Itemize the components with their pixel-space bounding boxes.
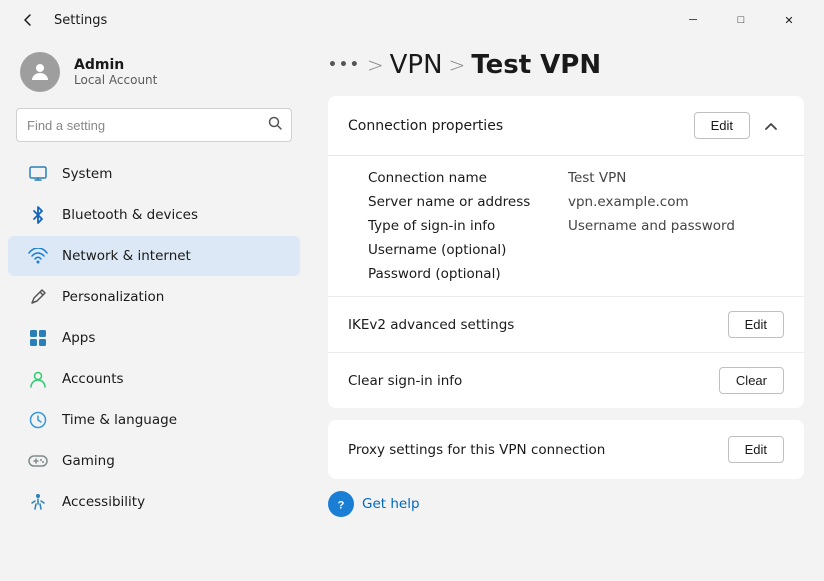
sidebar-item-accessibility[interactable]: Accessibility: [8, 482, 300, 522]
sidebar-item-label-gaming: Gaming: [62, 453, 115, 469]
titlebar-left: Settings: [12, 4, 107, 36]
sidebar-item-apps[interactable]: Apps: [8, 318, 300, 358]
prop-row-connection-name: Connection name Test VPN: [368, 170, 764, 186]
accounts-icon: [28, 369, 48, 389]
user-section: Admin Local Account: [0, 40, 308, 108]
breadcrumb-sep1: >: [367, 53, 384, 77]
prop-label-sign-in: Type of sign-in info: [368, 218, 568, 234]
content-area: ••• > VPN > Test VPN Connection properti…: [308, 40, 824, 581]
breadcrumb-sep2: >: [449, 53, 466, 77]
main-layout: Admin Local Account: [0, 40, 824, 581]
proxy-edit-button[interactable]: Edit: [728, 436, 784, 463]
prop-row-sign-in: Type of sign-in info Username and passwo…: [368, 218, 764, 234]
connection-properties-collapse-button[interactable]: [758, 114, 784, 138]
user-account-type: Local Account: [74, 73, 157, 87]
prop-row-username: Username (optional): [368, 242, 764, 258]
connection-properties-fields: Connection name Test VPN Server name or …: [328, 156, 804, 297]
sidebar-item-network[interactable]: Network & internet: [8, 236, 300, 276]
sidebar: Admin Local Account: [0, 40, 308, 581]
search-input[interactable]: [16, 108, 292, 142]
prop-row-password: Password (optional): [368, 266, 764, 282]
titlebar: Settings ─ □ ✕: [0, 0, 824, 40]
avatar: [20, 52, 60, 92]
minimize-button[interactable]: ─: [670, 4, 716, 36]
time-icon: [28, 410, 48, 430]
prop-label-server: Server name or address: [368, 194, 568, 210]
network-icon: [28, 246, 48, 266]
ikev2-label: IKEv2 advanced settings: [348, 317, 514, 333]
connection-properties-title: Connection properties: [348, 118, 503, 134]
clear-sign-in-row: Clear sign-in info Clear: [328, 353, 804, 408]
bluetooth-icon: [28, 205, 48, 225]
clear-sign-in-label: Clear sign-in info: [348, 373, 462, 389]
get-help-link[interactable]: Get help: [362, 496, 420, 512]
sidebar-item-label-apps: Apps: [62, 330, 95, 346]
accessibility-icon: [28, 492, 48, 512]
proxy-settings-card: Proxy settings for this VPN connection E…: [328, 420, 804, 479]
sidebar-item-label-accessibility: Accessibility: [62, 494, 145, 510]
prop-label-username: Username (optional): [368, 242, 568, 258]
search-box: [16, 108, 292, 142]
sidebar-item-label-personalization: Personalization: [62, 289, 164, 305]
apps-icon: [28, 328, 48, 348]
card-header-actions: Edit: [694, 112, 784, 139]
prop-label-connection-name: Connection name: [368, 170, 568, 186]
prop-row-server: Server name or address vpn.example.com: [368, 194, 764, 210]
back-button[interactable]: [12, 4, 44, 36]
connection-properties-card: Connection properties Edit Connection na…: [328, 96, 804, 408]
settings-window: Settings ─ □ ✕ Admin Local Account: [0, 0, 824, 581]
prop-value-server: vpn.example.com: [568, 194, 689, 210]
window-title: Settings: [54, 13, 107, 28]
connection-properties-edit-button[interactable]: Edit: [694, 112, 750, 139]
proxy-settings-label: Proxy settings for this VPN connection: [348, 442, 605, 458]
sidebar-item-label-accounts: Accounts: [62, 371, 124, 387]
nav-menu: System Bluetooth & devices: [0, 154, 308, 522]
personalization-icon: [28, 287, 48, 307]
sidebar-item-label-time: Time & language: [62, 412, 177, 428]
sidebar-item-label-system: System: [62, 166, 112, 182]
sidebar-item-accounts[interactable]: Accounts: [8, 359, 300, 399]
prop-value-connection-name: Test VPN: [568, 170, 626, 186]
prop-value-sign-in: Username and password: [568, 218, 735, 234]
sidebar-item-label-network: Network & internet: [62, 248, 191, 264]
clear-sign-in-button[interactable]: Clear: [719, 367, 784, 394]
breadcrumb-vpn: VPN: [390, 50, 443, 80]
sidebar-item-personalization[interactable]: Personalization: [8, 277, 300, 317]
system-icon: [28, 164, 48, 184]
sidebar-item-label-bluetooth: Bluetooth & devices: [62, 207, 198, 223]
close-button[interactable]: ✕: [766, 4, 812, 36]
prop-label-password: Password (optional): [368, 266, 568, 282]
breadcrumb: ••• > VPN > Test VPN: [328, 40, 804, 96]
svg-text:?: ?: [338, 500, 345, 512]
connection-properties-header: Connection properties Edit: [328, 96, 804, 156]
help-icon: ?: [328, 491, 354, 517]
sidebar-item-time[interactable]: Time & language: [8, 400, 300, 440]
ikev2-row: IKEv2 advanced settings Edit: [328, 297, 804, 353]
window-controls: ─ □ ✕: [670, 4, 812, 36]
ikev2-edit-button[interactable]: Edit: [728, 311, 784, 338]
sidebar-item-system[interactable]: System: [8, 154, 300, 194]
user-info: Admin Local Account: [74, 57, 157, 87]
gaming-icon: [28, 451, 48, 471]
user-name: Admin: [74, 57, 157, 73]
sidebar-item-gaming[interactable]: Gaming: [8, 441, 300, 481]
maximize-button[interactable]: □: [718, 4, 764, 36]
breadcrumb-dots: •••: [328, 58, 361, 72]
sidebar-item-bluetooth[interactable]: Bluetooth & devices: [8, 195, 300, 235]
breadcrumb-current: Test VPN: [471, 50, 601, 80]
help-section: ? Get help: [328, 479, 804, 517]
